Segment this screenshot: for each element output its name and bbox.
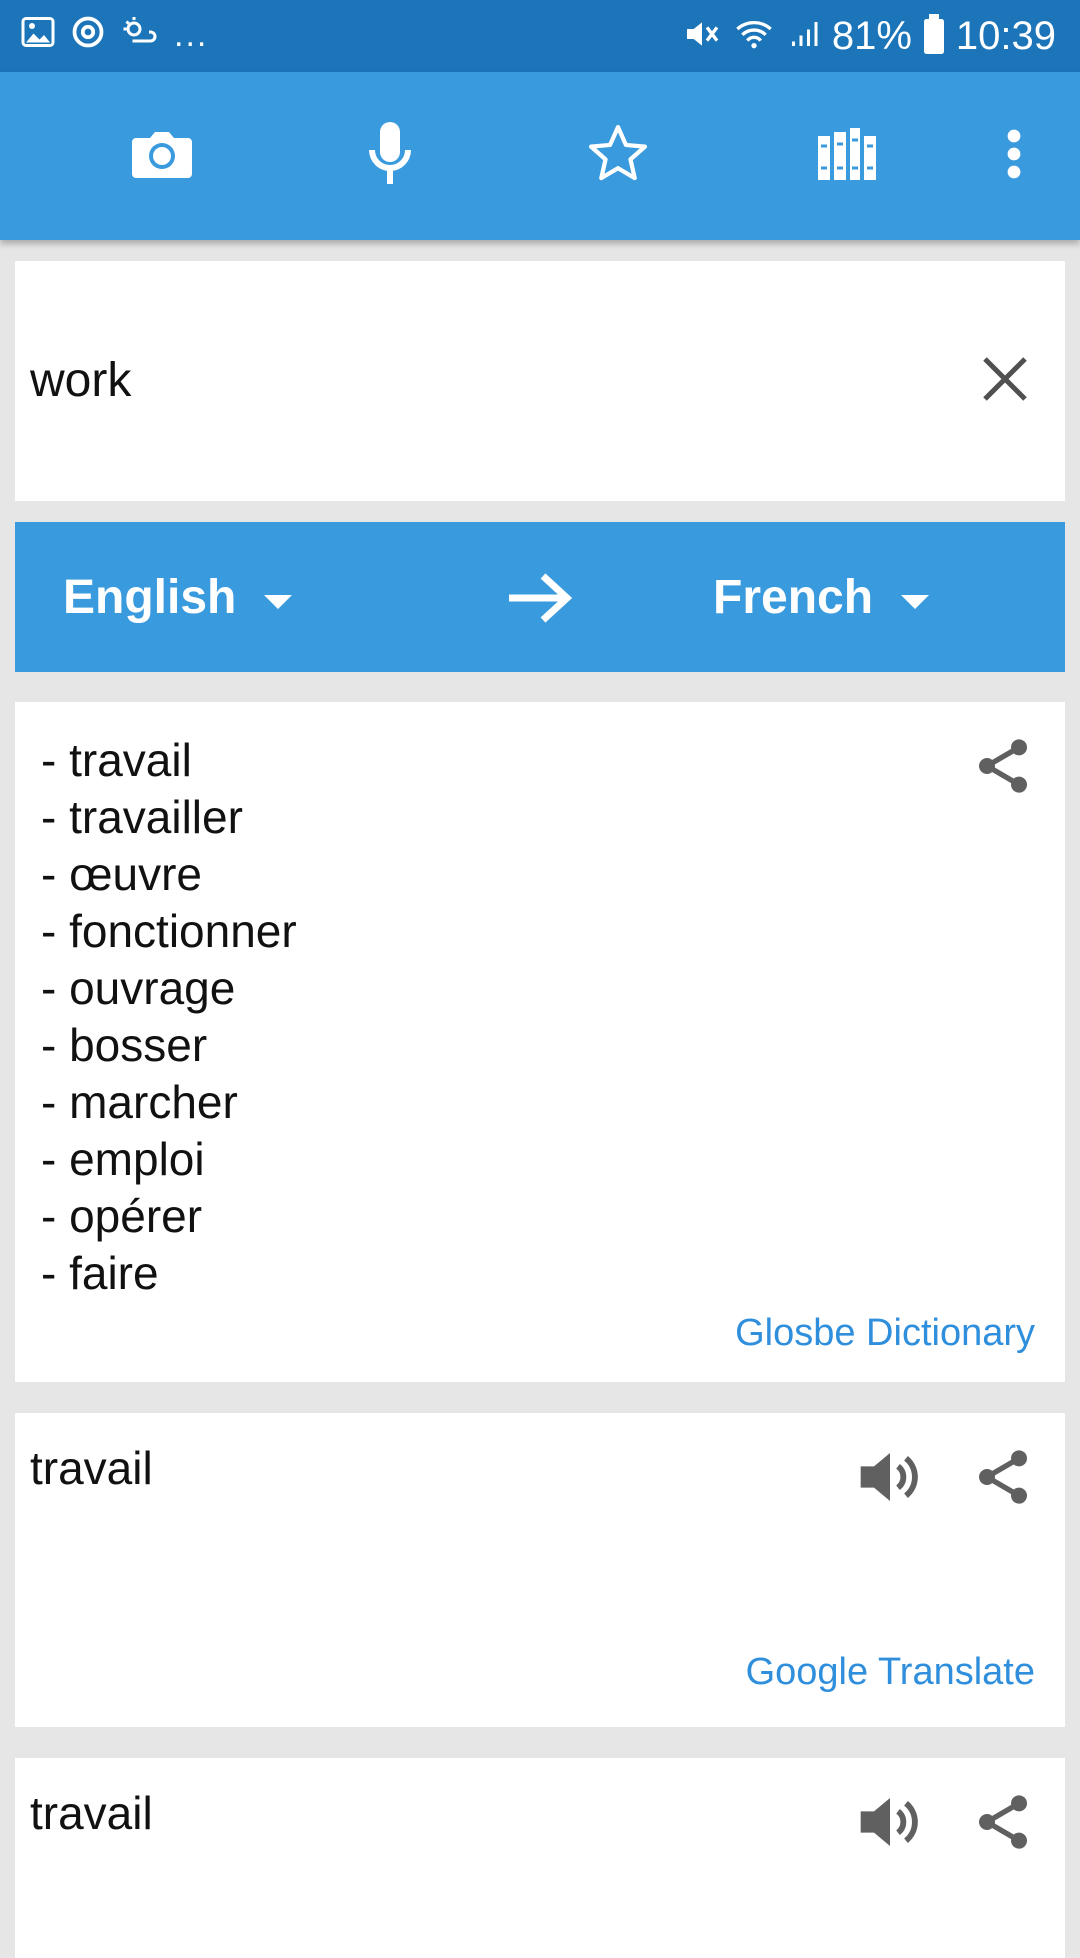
source-language-dropdown[interactable]: English	[63, 570, 293, 625]
speaker-icon	[855, 1453, 925, 1513]
speaker-icon	[855, 1798, 925, 1858]
translation-list-item: - fonctionner	[41, 905, 297, 957]
translation-result-card: travail Google Translate	[15, 1413, 1065, 1727]
translation-list: - travail - travailler - œuvre - fonctionne…	[41, 732, 297, 1302]
share-icon	[971, 1450, 1035, 1513]
share-icon	[971, 1795, 1035, 1858]
chevron-down-icon	[264, 594, 293, 609]
translation-text: travail	[30, 1787, 153, 1839]
translation-result-card: travail	[15, 1758, 1065, 1958]
signal-icon	[786, 14, 822, 59]
arrow-right-icon	[505, 573, 575, 630]
input-card: work	[15, 261, 1065, 501]
more-vert-icon	[1006, 128, 1022, 185]
translation-list-item: - marcher	[41, 1076, 238, 1128]
status-bar-system: 81% 10:39	[682, 10, 1056, 62]
translation-list-item: - œuvre	[41, 848, 202, 900]
status-bar: ... 81% 10:39	[0, 0, 1080, 72]
close-icon	[975, 357, 1035, 413]
source-language-label: English	[63, 571, 237, 624]
share-button[interactable]	[971, 1445, 1035, 1509]
clock: 10:39	[955, 14, 1056, 58]
translation-text: travail	[30, 1442, 153, 1494]
share-button[interactable]	[971, 734, 1035, 798]
share-icon	[971, 739, 1035, 802]
translation-list-item: - opérer	[41, 1190, 203, 1242]
weather-icon	[120, 14, 160, 55]
speak-button[interactable]	[855, 1790, 925, 1854]
more-notifications: ...	[174, 15, 209, 54]
chevron-down-icon	[901, 594, 930, 609]
status-bar-notifications: ...	[20, 14, 208, 55]
speak-button[interactable]	[855, 1445, 925, 1509]
dictionary-result-card: - travail - travailler - œuvre - fonctionne…	[15, 702, 1065, 1382]
clear-button[interactable]	[975, 349, 1035, 409]
toolbar	[0, 72, 1080, 240]
library-icon	[816, 127, 876, 185]
translation-list-item: - ouvrage	[41, 962, 236, 1014]
google-translate-link[interactable]: Google Translate	[746, 1651, 1035, 1694]
wifi-icon	[732, 14, 776, 59]
translation-list-item: - bosser	[41, 1019, 208, 1071]
favorites-button[interactable]	[578, 116, 658, 196]
translation-list-item: - emploi	[41, 1133, 205, 1185]
battery-percent: 81%	[831, 14, 912, 58]
glosbe-dictionary-link[interactable]: Glosbe Dictionary	[735, 1312, 1035, 1355]
library-button[interactable]	[806, 116, 886, 196]
microphone-icon	[368, 121, 412, 191]
sync-icon	[70, 14, 106, 55]
translation-list-item: - travail	[41, 734, 192, 786]
battery-icon	[922, 13, 946, 59]
target-language-label: French	[713, 571, 874, 624]
translation-list-item: - travailler	[41, 791, 243, 843]
more-options-button[interactable]	[974, 116, 1054, 196]
swap-languages-button[interactable]	[505, 570, 575, 626]
share-button[interactable]	[971, 1790, 1035, 1854]
mute-icon	[682, 14, 722, 59]
source-text-input[interactable]: work	[30, 353, 131, 408]
star-icon	[583, 120, 653, 193]
camera-icon	[130, 126, 194, 187]
camera-button[interactable]	[122, 116, 202, 196]
translation-list-item: - faire	[41, 1247, 159, 1299]
microphone-button[interactable]	[350, 116, 430, 196]
target-language-dropdown[interactable]: French	[713, 570, 930, 625]
image-icon	[20, 14, 56, 55]
language-selector-bar: English French	[15, 522, 1065, 672]
